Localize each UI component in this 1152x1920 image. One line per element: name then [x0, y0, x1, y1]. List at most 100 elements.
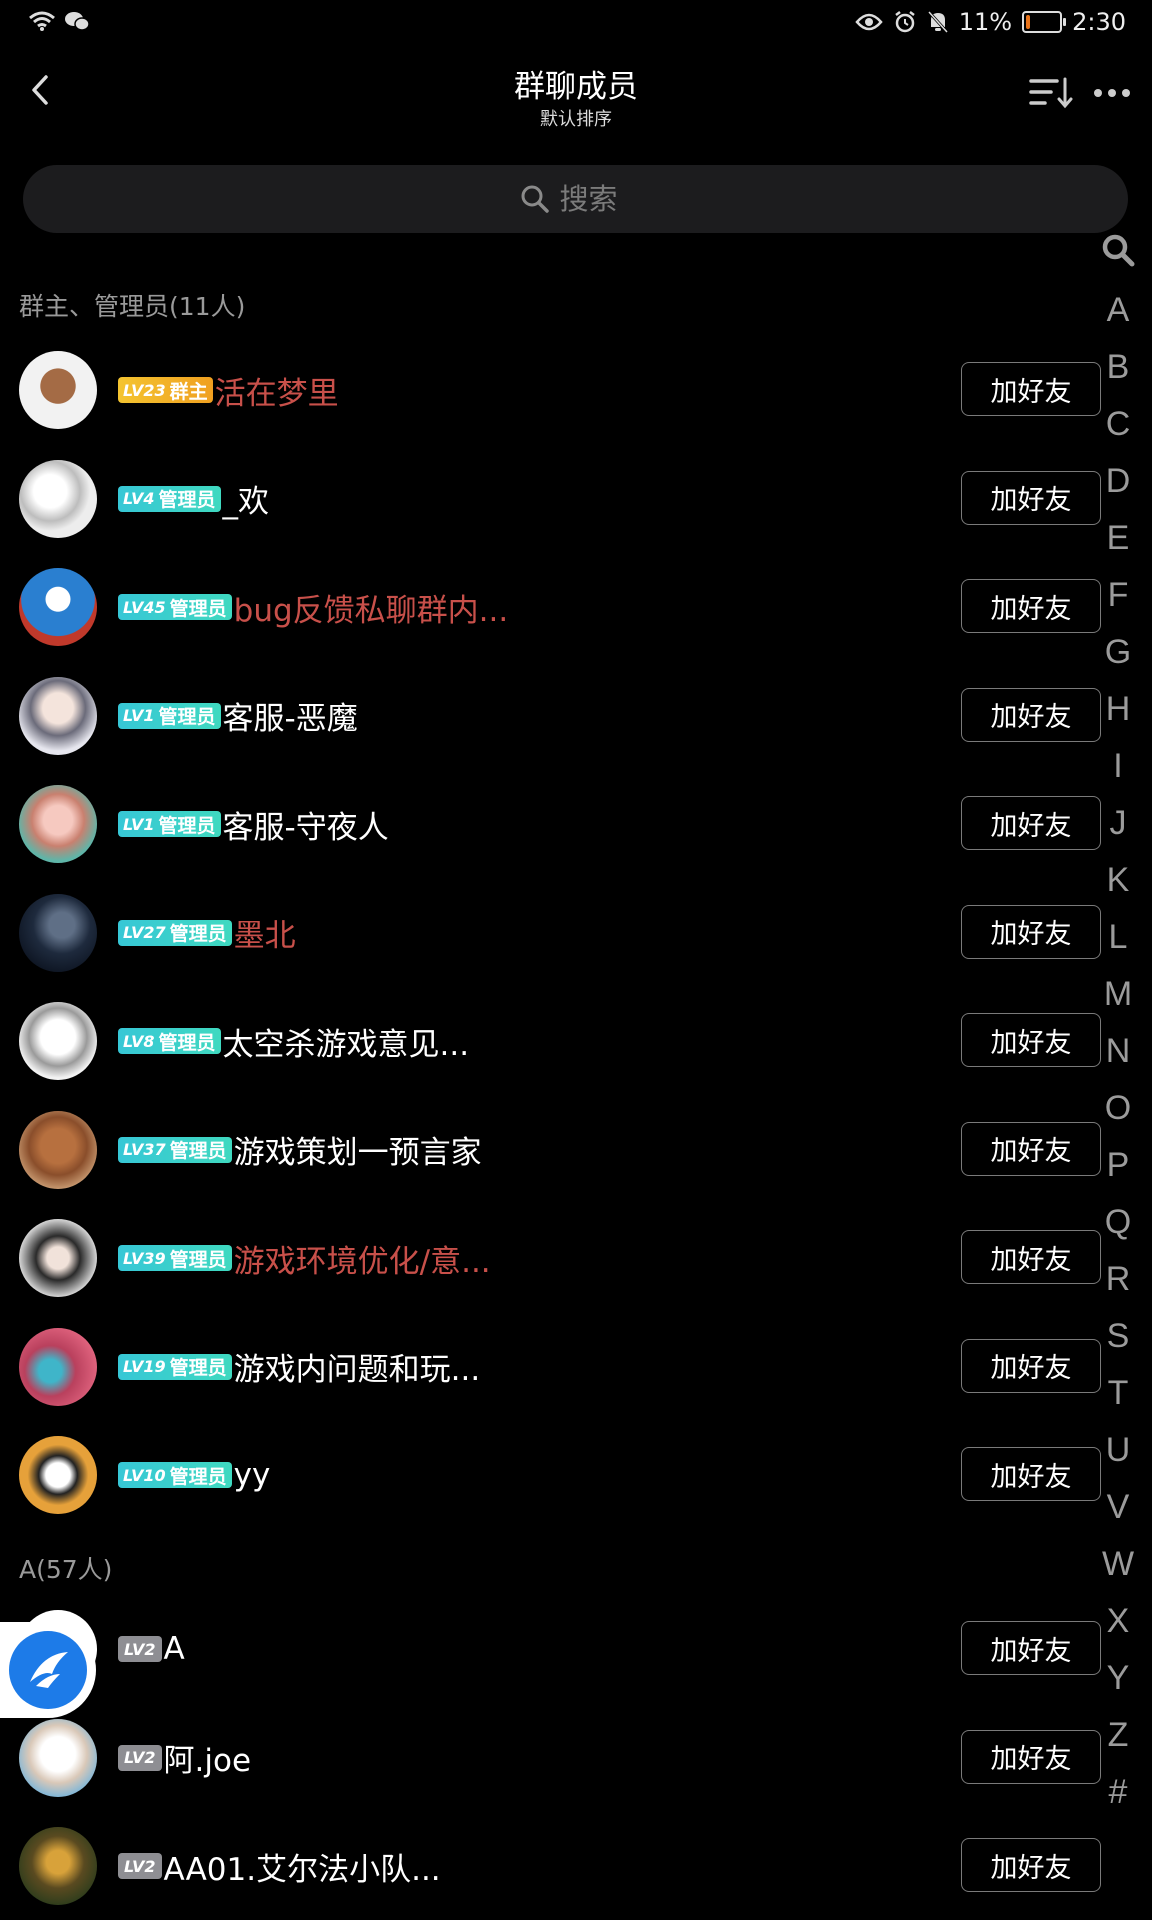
- level-badge: LV37 管理员: [118, 1136, 232, 1163]
- sort-button[interactable]: [1026, 73, 1074, 113]
- role-label: 管理员: [169, 597, 227, 620]
- index-letter[interactable]: T: [1108, 1365, 1129, 1422]
- avatar[interactable]: [19, 1718, 97, 1797]
- add-friend-button[interactable]: 加好友: [961, 1621, 1101, 1675]
- index-letter[interactable]: E: [1107, 510, 1130, 567]
- level-badge: LV2: [118, 1853, 162, 1879]
- index-letter[interactable]: I: [1113, 738, 1122, 795]
- add-friend-button[interactable]: 加好友: [961, 1447, 1101, 1501]
- member-row[interactable]: LV4 管理员 _欢 加好友: [0, 445, 1101, 553]
- avatar[interactable]: [19, 1436, 97, 1514]
- index-letter[interactable]: Y: [1107, 1650, 1130, 1707]
- index-letter[interactable]: G: [1105, 624, 1131, 681]
- member-name: A: [163, 1631, 185, 1667]
- level-label: LV4: [123, 489, 155, 508]
- member-row[interactable]: LV45 管理员 bug反馈私聊群内... 加好友: [0, 553, 1101, 661]
- member-row[interactable]: LV2 AA01.艾尔法小队... 加好友: [0, 1812, 1101, 1920]
- index-letter[interactable]: J: [1110, 795, 1127, 852]
- more-button[interactable]: [1090, 73, 1134, 113]
- section-title-admins: 群主、管理员(11人): [19, 292, 246, 321]
- add-friend-button[interactable]: 加好友: [961, 1013, 1101, 1067]
- member-row[interactable]: LV19 管理员 游戏内问题和玩... 加好友: [0, 1313, 1101, 1421]
- member-row[interactable]: LV27 管理员 墨北 加好友: [0, 879, 1101, 987]
- add-friend-button[interactable]: 加好友: [961, 1121, 1101, 1176]
- role-label: 管理员: [158, 706, 216, 728]
- index-letter[interactable]: #: [1109, 1764, 1128, 1821]
- add-friend-button[interactable]: 加好友: [961, 1729, 1101, 1784]
- level-badge: LV23 群主: [118, 377, 213, 403]
- add-friend-button[interactable]: 加好友: [961, 362, 1101, 416]
- add-friend-button[interactable]: 加好友: [961, 904, 1101, 959]
- avatar[interactable]: [19, 1827, 97, 1905]
- avatar[interactable]: [19, 1110, 97, 1189]
- avatar[interactable]: [19, 1002, 97, 1080]
- index-letter[interactable]: O: [1105, 1080, 1131, 1137]
- member-info: LV23 群主 活在梦里: [118, 336, 339, 444]
- index-letter[interactable]: P: [1107, 1137, 1130, 1194]
- member-info: LV19 管理员 游戏内问题和玩...: [118, 1313, 480, 1421]
- member-row[interactable]: LV2 阿.joe 加好友: [0, 1704, 1101, 1812]
- index-letter[interactable]: F: [1108, 567, 1129, 624]
- member-row[interactable]: LV39 管理员 游戏环境优化/意... 加好友: [0, 1204, 1101, 1312]
- avatar[interactable]: [19, 893, 97, 972]
- level-label: LV2: [124, 1856, 156, 1876]
- index-letter[interactable]: K: [1107, 852, 1130, 909]
- search-bar[interactable]: [23, 165, 1128, 233]
- avatar[interactable]: [19, 459, 97, 538]
- add-friend-button[interactable]: 加好友: [961, 796, 1101, 850]
- floating-app-bubble[interactable]: [0, 1622, 96, 1718]
- avatar[interactable]: [19, 351, 97, 429]
- sort-mode-label[interactable]: 默认排序: [0, 105, 1152, 131]
- index-letter[interactable]: U: [1106, 1422, 1131, 1479]
- index-letter[interactable]: Z: [1108, 1707, 1129, 1764]
- member-row[interactable]: LV2 A 加好友: [0, 1595, 1101, 1703]
- member-info: LV10 管理员 yy: [118, 1421, 270, 1529]
- member-name: 阿.joe: [163, 1743, 252, 1779]
- level-label: LV27: [123, 923, 166, 942]
- member-row[interactable]: LV10 管理员 yy 加好友: [0, 1421, 1101, 1529]
- member-row[interactable]: LV37 管理员 游戏策划一预言家 加好友: [0, 1096, 1101, 1204]
- level-badge: LV27 管理员: [118, 919, 232, 946]
- index-letter[interactable]: X: [1107, 1593, 1130, 1650]
- index-letter[interactable]: W: [1102, 1536, 1134, 1593]
- add-friend-button[interactable]: 加好友: [961, 1838, 1101, 1892]
- search-input[interactable]: [557, 181, 632, 217]
- member-row[interactable]: LV23 群主 活在梦里 加好友: [0, 336, 1101, 444]
- index-letter[interactable]: Q: [1105, 1194, 1131, 1251]
- index-search-icon[interactable]: [1100, 232, 1136, 282]
- avatar[interactable]: [19, 676, 97, 755]
- member-info: LV2 阿.joe: [118, 1704, 251, 1812]
- add-friend-button[interactable]: 加好友: [961, 579, 1101, 633]
- index-letter[interactable]: C: [1106, 396, 1131, 453]
- alarm-icon: [893, 10, 917, 34]
- index-letter[interactable]: N: [1106, 1023, 1131, 1080]
- index-letter[interactable]: H: [1106, 681, 1131, 738]
- index-letter[interactable]: S: [1107, 1308, 1130, 1365]
- index-letter[interactable]: M: [1104, 966, 1132, 1023]
- index-letter[interactable]: B: [1107, 339, 1130, 396]
- member-name: yy: [233, 1457, 271, 1493]
- level-label: LV1: [123, 706, 155, 725]
- add-friend-button[interactable]: 加好友: [961, 687, 1101, 742]
- member-row[interactable]: LV1 管理员 客服-守夜人 加好友: [0, 770, 1101, 878]
- level-label: LV8: [123, 1031, 155, 1051]
- member-row[interactable]: LV8 管理员 太空杀游戏意见... 加好友: [0, 987, 1101, 1095]
- index-letter[interactable]: D: [1106, 453, 1131, 510]
- add-friend-button[interactable]: 加好友: [961, 1338, 1101, 1393]
- index-letter[interactable]: L: [1109, 909, 1128, 966]
- index-letter[interactable]: A: [1107, 282, 1130, 339]
- add-friend-button[interactable]: 加好友: [961, 1230, 1101, 1284]
- avatar[interactable]: [19, 785, 97, 863]
- level-badge: LV4 管理员: [118, 485, 221, 512]
- index-letter[interactable]: R: [1106, 1251, 1131, 1308]
- member-row[interactable]: LV1 管理员 客服-恶魔 加好友: [0, 662, 1101, 770]
- alphabet-index[interactable]: A B C D E F G H I J K L M N O P Q R S T U V W X Y Z #: [1096, 232, 1140, 1821]
- add-friend-button[interactable]: 加好友: [961, 470, 1101, 525]
- avatar[interactable]: [19, 1327, 97, 1406]
- avatar[interactable]: [19, 568, 97, 646]
- index-letter[interactable]: V: [1107, 1479, 1130, 1536]
- avatar[interactable]: [19, 1219, 97, 1297]
- mute-bell-icon: [927, 10, 949, 34]
- level-label: LV39: [123, 1248, 166, 1268]
- member-name: AA01.艾尔法小队...: [163, 1851, 441, 1888]
